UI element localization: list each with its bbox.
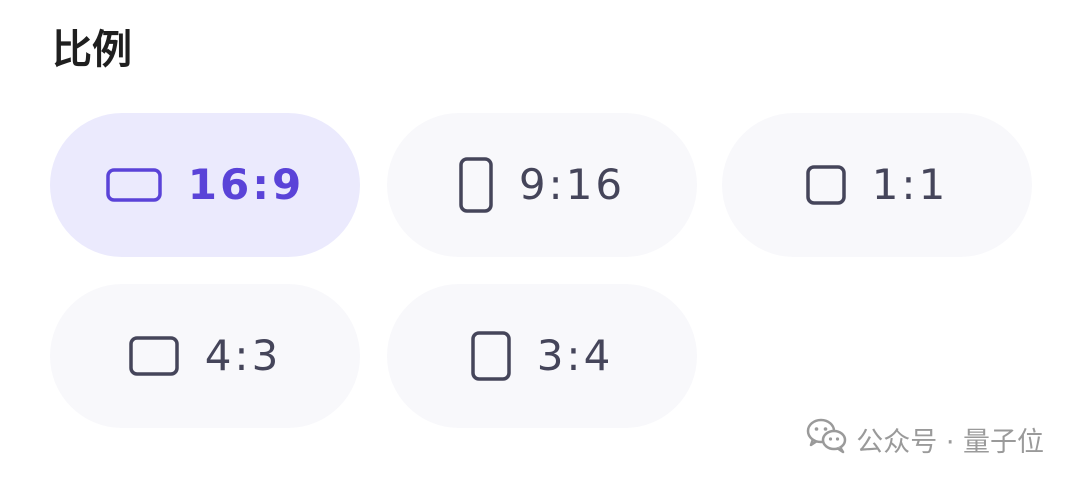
- portrait-tall-icon: [459, 157, 493, 213]
- ratio-label: 3:4: [536, 331, 614, 380]
- watermark: 公众号 · 量子位: [806, 418, 1044, 461]
- landscape-icon: [128, 336, 179, 376]
- ratio-option-16-9[interactable]: 16:9: [50, 113, 360, 257]
- ratio-option-9-16[interactable]: 9:16: [387, 113, 697, 257]
- wechat-icon: [806, 418, 848, 461]
- ratio-label: 4:3: [204, 331, 282, 380]
- ratio-option-3-4[interactable]: 3:4: [387, 284, 697, 428]
- ratio-label: 1:1: [871, 160, 949, 209]
- portrait-icon: [470, 331, 511, 381]
- aspect-ratio-title: 比例: [52, 27, 132, 73]
- ratio-label: 16:9: [187, 160, 305, 209]
- landscape-wide-icon: [106, 168, 162, 202]
- ratio-option-1-1[interactable]: 1:1: [722, 113, 1032, 257]
- watermark-text: 公众号 · 量子位: [856, 427, 1044, 458]
- ratio-option-4-3[interactable]: 4:3: [50, 284, 360, 428]
- square-icon: [805, 165, 846, 205]
- ratio-label: 9:16: [518, 160, 626, 209]
